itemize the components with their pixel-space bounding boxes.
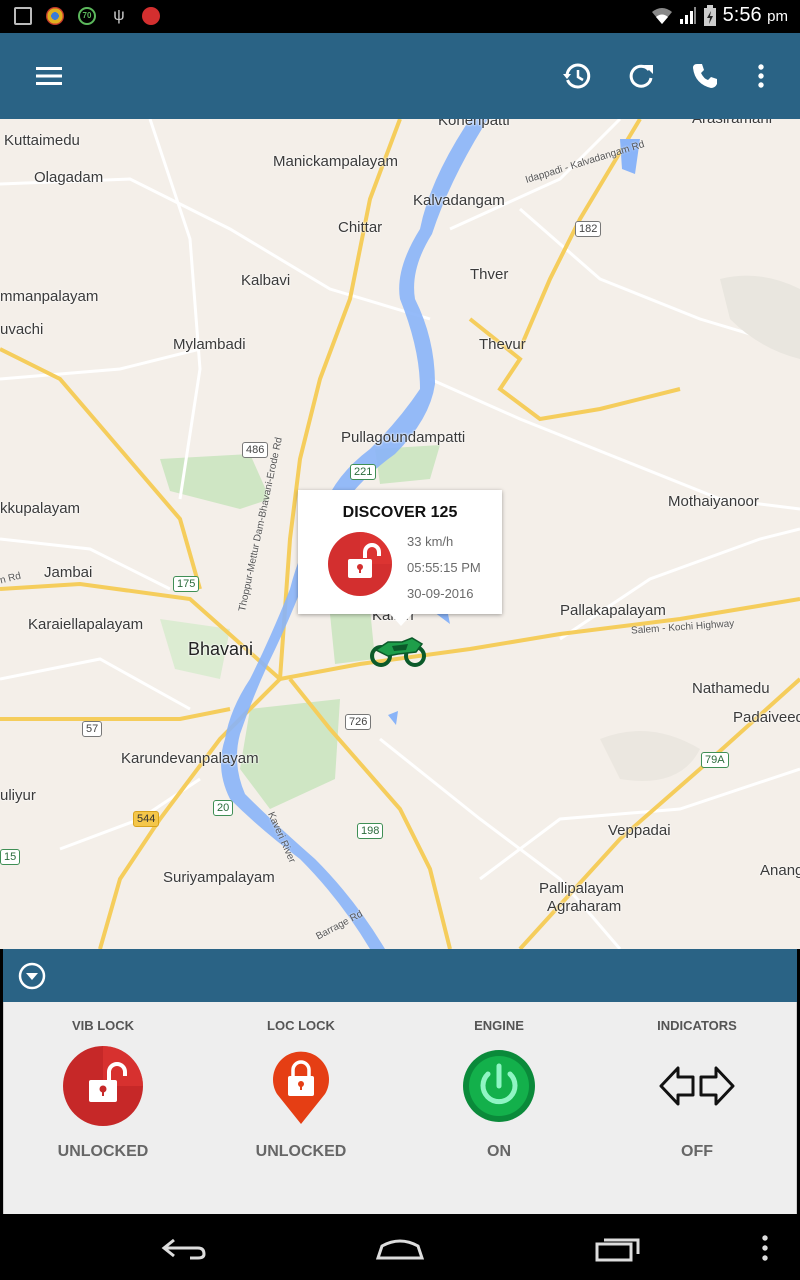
notification-red-icon [142, 7, 160, 25]
vehicle-date: 30-09-2016 [407, 586, 474, 601]
battery-icon [703, 4, 716, 26]
road-shield: 182 [575, 221, 602, 237]
place-label: Padaiveedu [733, 709, 800, 726]
back-icon[interactable] [160, 1232, 208, 1264]
control-label: INDICATORS [657, 1018, 737, 1033]
phone-icon [693, 64, 717, 88]
road-shield: 726 [345, 714, 372, 730]
place-label: Chittar [338, 219, 383, 236]
vehicle-speed: 33 km/h [407, 534, 454, 549]
vehicle-time: 05:55:15 PM [407, 560, 481, 575]
overflow-icon[interactable] [760, 1232, 770, 1264]
place-label: Agraharam [547, 898, 622, 915]
place-label: uliyur [0, 787, 36, 804]
place-label: Manickampalayam [273, 153, 399, 170]
clock: 5:56 pm [722, 4, 788, 26]
badge-70-icon: 70 [78, 7, 96, 25]
place-label: Veppadai [608, 822, 671, 839]
road-shield: 15 [0, 849, 21, 865]
engine-power-icon[interactable] [459, 1046, 539, 1126]
vehicle-name: DISCOVER 125 [342, 504, 458, 521]
engine-control[interactable]: ENGINE ON [400, 1002, 598, 1214]
navigation-bar [0, 1216, 800, 1280]
indicators-control[interactable]: INDICATORS OFF [598, 1002, 796, 1214]
control-state: UNLOCKED [255, 1143, 347, 1160]
place-label: Thevur [479, 336, 526, 353]
history-icon [563, 63, 591, 89]
history-button[interactable] [556, 55, 598, 97]
call-button[interactable] [684, 55, 726, 97]
control-state: UNLOCKED [57, 1143, 149, 1160]
place-label: Pallakapalayam [560, 602, 666, 619]
unlocked-icon [328, 532, 392, 596]
chrome-icon [46, 7, 64, 25]
home-icon[interactable] [374, 1232, 426, 1264]
place-label: Pallipalayam [539, 880, 625, 897]
place-label: Thver [470, 266, 509, 283]
app-screen: 70 ψ 5:56 pm Konenpatti Kuttaimedu Manic… [0, 0, 800, 1280]
place-label: mmanpalayam [0, 288, 99, 305]
place-label: Olagadam [34, 169, 104, 186]
road-shield: 221 [350, 464, 377, 480]
controls-panel: VIB LOCK UNLOCKED LOC LOCK UNLOCKED ENGI… [3, 1002, 797, 1214]
indicators-icon[interactable] [657, 1046, 737, 1126]
place-label: Pullagoundampatti [341, 429, 466, 446]
place-label: Konenpatti [438, 119, 510, 129]
road-shield: 20 [213, 800, 234, 816]
place-label: Anangur [760, 862, 800, 879]
more-options-button[interactable] [740, 55, 782, 97]
road-shield: 198 [357, 823, 384, 839]
vib-lock-icon[interactable] [63, 1046, 143, 1126]
place-label: Mothaiyanoor [668, 493, 759, 510]
controls-panel-header[interactable] [3, 949, 797, 1002]
loc-lock-icon[interactable] [261, 1046, 341, 1126]
toolbar [0, 33, 800, 119]
place-label: Karundevanpalayam [121, 750, 259, 767]
recents-icon[interactable] [594, 1232, 642, 1264]
refresh-button[interactable] [620, 55, 662, 97]
gallery-icon [14, 7, 32, 25]
place-label: Kalvadangam [413, 192, 505, 209]
vib-lock-control[interactable]: VIB LOCK UNLOCKED [4, 1002, 202, 1214]
place-label: Bhavani [188, 639, 254, 659]
vehicle-info-popup[interactable]: DISCOVER 125 33 km/h 05:55:15 PM 30-09-2… [298, 490, 502, 626]
control-state: OFF [681, 1143, 713, 1160]
place-label: Karaiellapalayam [28, 616, 144, 633]
road-shield: 175 [173, 576, 200, 592]
signal-icon [679, 6, 696, 24]
control-state: ON [487, 1143, 511, 1160]
road-shield: 57 [82, 721, 103, 737]
place-label: Kalbavi [241, 272, 291, 289]
place-label: Nathamedu [692, 680, 770, 697]
chevron-down-circle-icon[interactable] [18, 962, 46, 990]
control-label: VIB LOCK [71, 1018, 135, 1033]
road-shield: 79A [701, 752, 729, 768]
control-label: LOC LOCK [267, 1018, 335, 1033]
more-vert-icon [758, 64, 764, 88]
place-label: Suriyampalayam [163, 869, 275, 886]
refresh-icon [629, 64, 653, 88]
menu-button[interactable] [28, 55, 70, 97]
place-label: Kuttaimedu [4, 132, 80, 149]
motorcycle-marker-icon[interactable] [368, 632, 428, 668]
place-label: uvachi [0, 321, 44, 338]
menu-icon [36, 67, 62, 85]
place-label: Jambai [44, 564, 93, 581]
road-shield: 544 [133, 811, 160, 827]
usb-icon: ψ [113, 7, 125, 24]
loc-lock-control[interactable]: LOC LOCK UNLOCKED [202, 1002, 400, 1214]
control-label: ENGINE [474, 1018, 524, 1033]
wifi-icon [651, 7, 672, 24]
place-label: Mylambadi [173, 336, 246, 353]
place-label: Arasiramani [692, 119, 772, 127]
road-shield: 486 [242, 442, 269, 458]
place-label: kkupalayam [0, 500, 81, 517]
status-bar: 70 ψ 5:56 pm [0, 0, 800, 33]
